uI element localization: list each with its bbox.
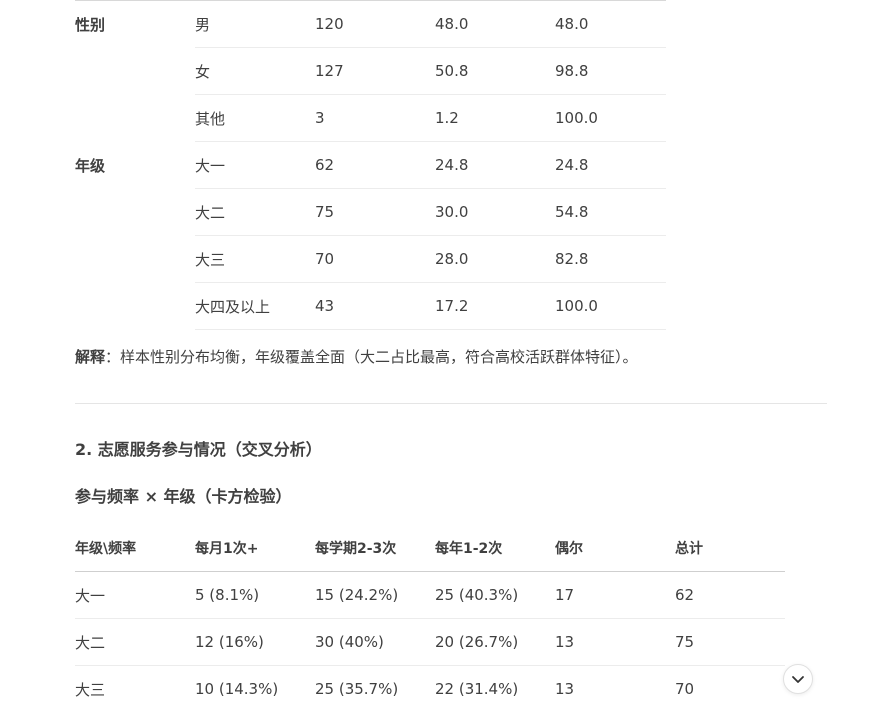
group-label: 性别 <box>75 15 106 34</box>
table-cell: 13 <box>555 665 675 708</box>
table-cell: 17 <box>555 571 675 619</box>
table-row: 大二 12 (16%) 30 (40%) 20 (26.7%) 13 75 <box>75 618 785 666</box>
item-cell: 大三 <box>195 235 315 283</box>
cumulative-cell: 82.8 <box>555 235 666 283</box>
column-header: 每月1次+ <box>195 524 315 572</box>
item-cell: 男 <box>195 0 315 48</box>
cumulative-cell: 48.0 <box>555 0 666 48</box>
column-header: 总计 <box>675 524 785 572</box>
percent-cell: 24.8 <box>435 141 555 189</box>
table-row: 性别 男 120 48.0 48.0 <box>75 0 666 48</box>
table-cell: 13 <box>555 618 675 666</box>
percent-cell: 50.8 <box>435 47 555 95</box>
table-cell: 30 (40%) <box>315 618 435 666</box>
table-cell: 20 (26.7%) <box>435 618 555 666</box>
table-cell: 5 (8.1%) <box>195 571 315 619</box>
percent-cell: 48.0 <box>435 0 555 48</box>
table-cell: 62 <box>675 571 785 619</box>
explanation-label: 解释 <box>75 348 106 366</box>
table-row: 大三 10 (14.3%) 25 (35.7%) 22 (31.4%) 13 7… <box>75 665 785 708</box>
count-cell: 75 <box>315 188 435 236</box>
table-cell: 大三 <box>75 665 195 708</box>
cumulative-cell: 24.8 <box>555 141 666 189</box>
table-cell: 12 (16%) <box>195 618 315 666</box>
table-row: 女 127 50.8 98.8 <box>75 47 666 95</box>
scroll-down-button[interactable] <box>783 664 813 694</box>
table-row: 年级 大一 62 24.8 24.8 <box>75 141 666 189</box>
explanation-text: ：样本性别分布均衡，年级覆盖全面（大二占比最高，符合高校活跃群体特征）。 <box>105 348 638 366</box>
column-header: 每年1-2次 <box>435 524 555 572</box>
table-cell: 15 (24.2%) <box>315 571 435 619</box>
item-cell: 大四及以上 <box>195 282 315 330</box>
table-cell: 25 (35.7%) <box>315 665 435 708</box>
table-row: 大三 70 28.0 82.8 <box>75 235 666 283</box>
table-row: 大二 75 30.0 54.8 <box>75 188 666 236</box>
group-label <box>75 236 195 283</box>
column-header: 每学期2-3次 <box>315 524 435 572</box>
table-header-row: 年级\频率 每月1次+ 每学期2-3次 每年1-2次 偶尔 总计 <box>75 524 785 572</box>
group-label <box>75 283 195 330</box>
group-label <box>75 189 195 236</box>
count-cell: 127 <box>315 47 435 95</box>
table-row: 大一 5 (8.1%) 15 (24.2%) 25 (40.3%) 17 62 <box>75 571 785 619</box>
demographics-table: 性别 男 120 48.0 48.0 女 127 50.8 98.8 其他 3 … <box>75 0 666 330</box>
table-cell: 75 <box>675 618 785 666</box>
item-cell: 大一 <box>195 141 315 189</box>
table-cell: 大二 <box>75 618 195 666</box>
item-cell: 女 <box>195 47 315 95</box>
column-header: 偶尔 <box>555 524 675 572</box>
group-label: 年级 <box>75 156 106 175</box>
item-cell: 大二 <box>195 188 315 236</box>
count-cell: 70 <box>315 235 435 283</box>
section-heading: 2. 志愿服务参与情况（交叉分析） <box>75 440 322 459</box>
chevron-down-icon <box>792 676 804 683</box>
table-cell: 25 (40.3%) <box>435 571 555 619</box>
count-cell: 43 <box>315 282 435 330</box>
percent-cell: 17.2 <box>435 282 555 330</box>
explanation-paragraph: 解释：样本性别分布均衡，年级覆盖全面（大二占比最高，符合高校活跃群体特征）。 <box>75 346 638 368</box>
table-row: 大四及以上 43 17.2 100.0 <box>75 282 666 330</box>
table-cell: 22 (31.4%) <box>435 665 555 708</box>
table-cell: 大一 <box>75 571 195 619</box>
cumulative-cell: 100.0 <box>555 282 666 330</box>
count-cell: 120 <box>315 0 435 48</box>
section-subheading: 参与频率 × 年级（卡方检验） <box>75 487 292 506</box>
group-label <box>75 95 195 142</box>
cumulative-cell: 98.8 <box>555 47 666 95</box>
percent-cell: 30.0 <box>435 188 555 236</box>
group-label <box>75 48 195 95</box>
item-cell: 其他 <box>195 94 315 142</box>
section-divider <box>75 403 827 404</box>
percent-cell: 28.0 <box>435 235 555 283</box>
table-cell: 70 <box>675 665 785 708</box>
column-header: 年级\频率 <box>75 524 195 572</box>
cumulative-cell: 54.8 <box>555 188 666 236</box>
percent-cell: 1.2 <box>435 94 555 142</box>
cumulative-cell: 100.0 <box>555 94 666 142</box>
crosstab-table: 年级\频率 每月1次+ 每学期2-3次 每年1-2次 偶尔 总计 大一 5 (8… <box>75 524 785 708</box>
count-cell: 3 <box>315 94 435 142</box>
table-cell: 10 (14.3%) <box>195 665 315 708</box>
count-cell: 62 <box>315 141 435 189</box>
table-row: 其他 3 1.2 100.0 <box>75 94 666 142</box>
